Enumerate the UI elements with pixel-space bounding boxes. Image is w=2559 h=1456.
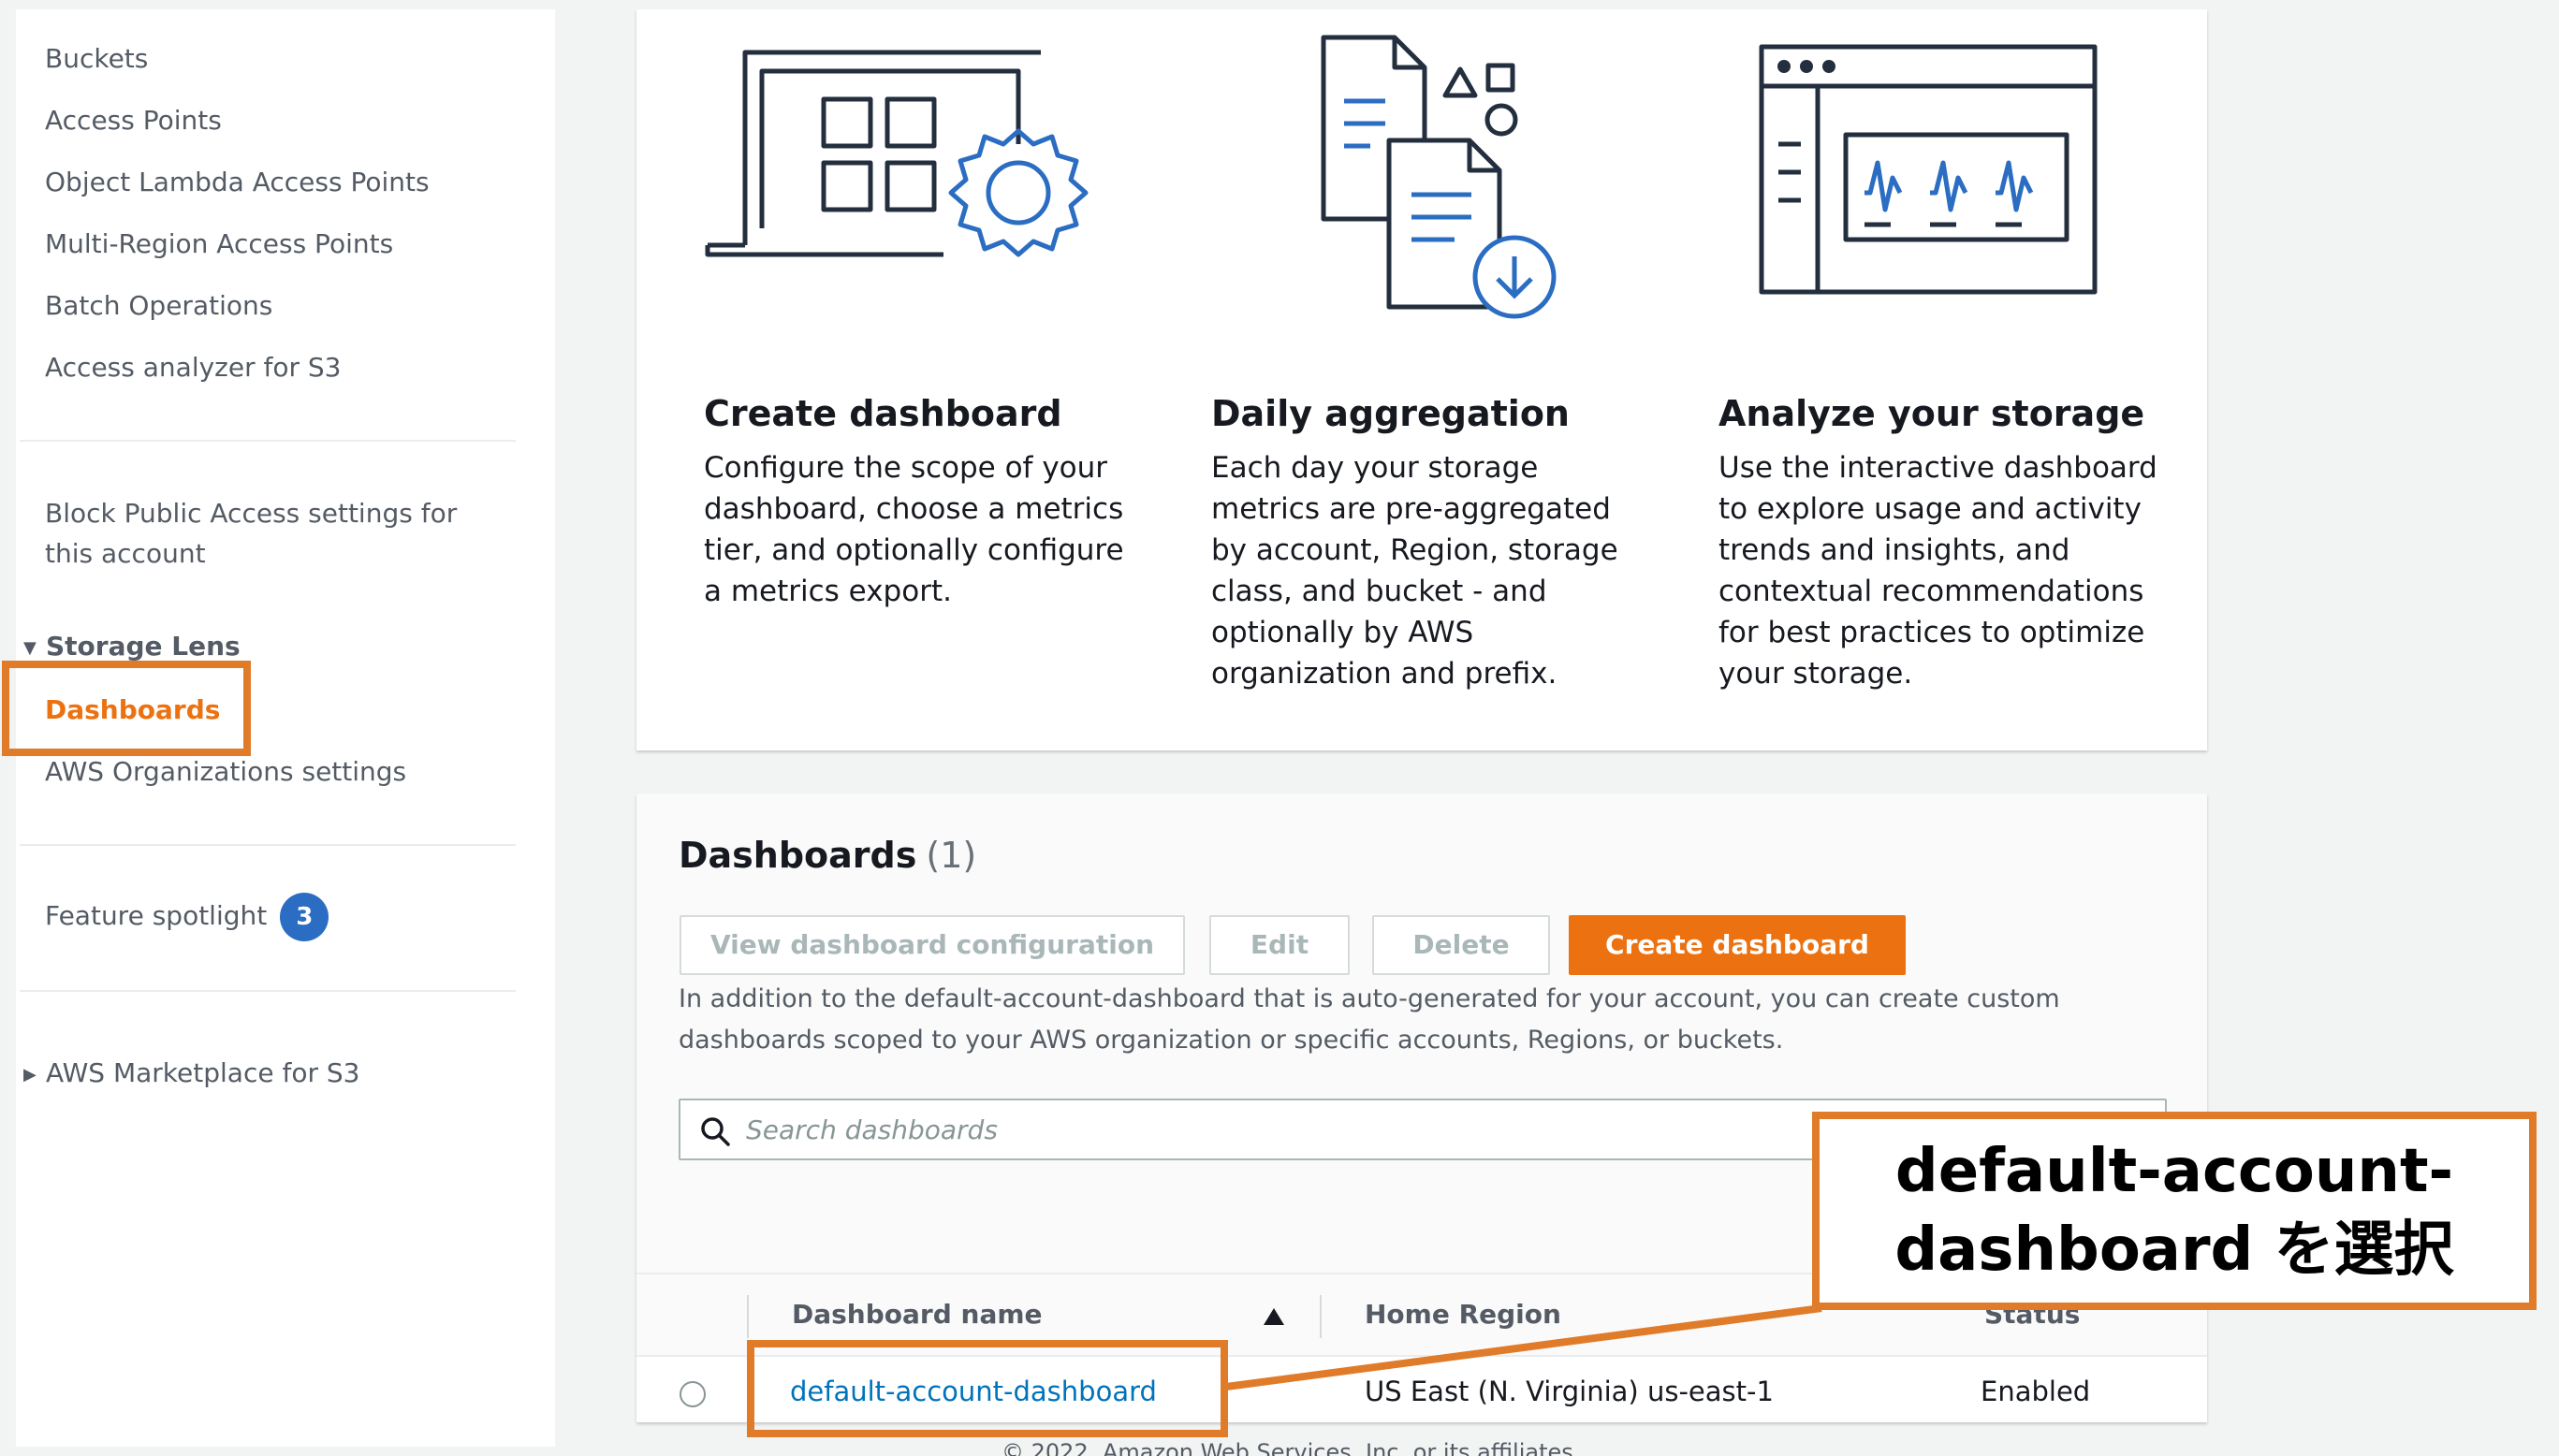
- callout-annotation: default-account-dashboard を選択: [1812, 1112, 2537, 1310]
- search-icon: [701, 1117, 730, 1146]
- column-header-home-region[interactable]: Home Region: [1365, 1299, 1561, 1330]
- nav-multi-region-access-points[interactable]: Multi-Region Access Points: [45, 228, 393, 259]
- dashboard-settings-icon: [705, 50, 1089, 257]
- home-region-cell: US East (N. Virginia) us-east-1: [1365, 1376, 1774, 1407]
- status-cell: Enabled: [1981, 1376, 2091, 1407]
- dashboards-description: In addition to the default-account-dashb…: [679, 984, 2060, 1055]
- nav-block-public-access[interactable]: Block Public Access settings for this ac…: [45, 498, 457, 579]
- nav-block-public-access-line2: this account: [45, 538, 206, 569]
- document-aggregation-icon: [1321, 35, 1557, 319]
- analytics-window-icon: [1759, 44, 2098, 295]
- nav-object-lambda-access-points[interactable]: Object Lambda Access Points: [45, 167, 430, 197]
- create-dashboard-button[interactable]: Create dashboard: [1569, 915, 1906, 975]
- sort-ascending-icon[interactable]: [1262, 1306, 1286, 1327]
- dashboards-panel: Dashboards (1) View dashboard configurati…: [636, 794, 2207, 1422]
- nav-storage-lens-section[interactable]: ▼ Storage Lens: [23, 631, 241, 662]
- feature-title: Analyze your storage: [1718, 393, 2145, 434]
- dashboards-title: Dashboards: [679, 835, 917, 876]
- column-separator: [747, 1295, 749, 1338]
- dashboards-count: (1): [926, 835, 977, 876]
- nav-aws-organizations-settings[interactable]: AWS Organizations settings: [45, 756, 406, 787]
- feature-description: Configure the scope of your dashboard, c…: [704, 451, 1124, 608]
- caret-down-icon: ▼: [23, 637, 37, 658]
- nav-feature-spotlight-label: Feature spotlight: [45, 900, 268, 931]
- edit-button[interactable]: Edit: [1209, 915, 1350, 975]
- column-separator: [1320, 1295, 1322, 1338]
- nav-divider: [20, 844, 516, 846]
- nav-batch-operations[interactable]: Batch Operations: [45, 290, 272, 321]
- nav-divider: [20, 440, 516, 442]
- notification-badge: 3: [280, 893, 329, 941]
- column-header-dashboard-name[interactable]: Dashboard name: [792, 1299, 1043, 1330]
- feature-title: Create dashboard: [704, 393, 1062, 434]
- row-select-radio[interactable]: [680, 1381, 706, 1407]
- caret-right-icon: ▶: [23, 1064, 37, 1085]
- nav-buckets[interactable]: Buckets: [45, 43, 148, 74]
- nav-divider: [20, 990, 516, 992]
- feature-title: Daily aggregation: [1211, 393, 1570, 434]
- nav-aws-marketplace[interactable]: ▶ AWS Marketplace for S3: [23, 1057, 359, 1088]
- highlight-box-dashboards-nav: [2, 661, 251, 756]
- highlight-box-dashboard-link: [747, 1340, 1228, 1437]
- nav-access-points[interactable]: Access Points: [45, 105, 222, 136]
- nav-storage-lens-label: Storage Lens: [46, 631, 241, 662]
- footer-copyright: © 2022, Amazon Web Services, Inc. or its…: [1002, 1439, 1581, 1456]
- feature-description: Each day your storage metrics are pre-ag…: [1211, 451, 1618, 691]
- delete-button[interactable]: Delete: [1372, 915, 1550, 975]
- callout-text: default-account-dashboard を選択: [1894, 1137, 2454, 1285]
- dashboards-heading: Dashboards (1): [679, 835, 976, 876]
- nav-feature-spotlight[interactable]: Feature spotlight 3: [45, 893, 329, 941]
- nav-block-public-access-line1: Block Public Access settings for: [45, 498, 458, 529]
- nav-aws-marketplace-label: AWS Marketplace for S3: [46, 1057, 360, 1088]
- storage-lens-info-card: Create dashboard Configure the scope of …: [636, 9, 2207, 750]
- nav-access-analyzer[interactable]: Access analyzer for S3: [45, 352, 342, 383]
- feature-description: Use the interactive dashboard to explore…: [1718, 451, 2157, 691]
- view-dashboard-configuration-button[interactable]: View dashboard configuration: [680, 915, 1185, 975]
